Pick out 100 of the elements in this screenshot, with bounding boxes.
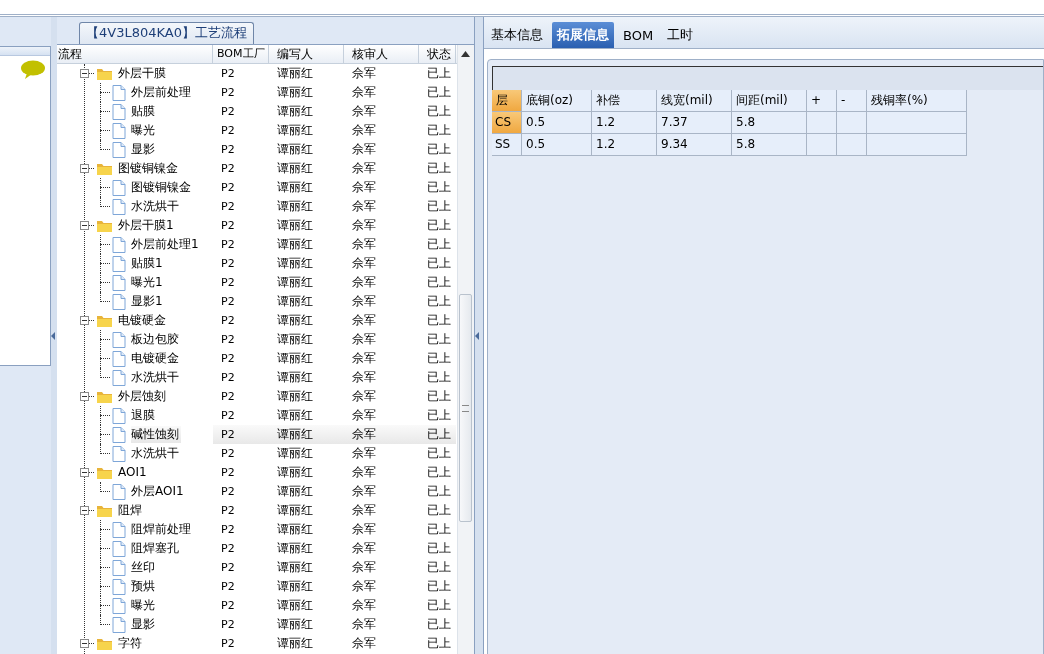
- tab[interactable]: 工时: [662, 22, 699, 48]
- table-cell-text: 佘军: [351, 198, 377, 215]
- scroll-up-icon[interactable]: [461, 51, 470, 57]
- document-icon: [112, 483, 126, 500]
- tree-node[interactable]: 图镀铜镍金: [131, 179, 193, 196]
- tree-node[interactable]: 外层干膜1: [118, 217, 176, 234]
- folder-icon: [96, 66, 113, 81]
- table-cell-text: 已上: [426, 616, 452, 633]
- tree-node[interactable]: 丝印: [131, 559, 157, 576]
- document-icon: [112, 407, 126, 424]
- document-icon: [112, 293, 126, 310]
- column-header[interactable]: 线宽(mil): [657, 90, 732, 112]
- row-header[interactable]: CS: [492, 112, 522, 134]
- tree-node[interactable]: 外层前处理: [131, 84, 193, 101]
- tree-node[interactable]: 外层干膜: [118, 65, 168, 82]
- tab[interactable]: 基本信息: [486, 22, 548, 48]
- column-header[interactable]: 核审人: [344, 45, 419, 63]
- table-cell-text: 佘军: [351, 578, 377, 595]
- tree-node[interactable]: 外层蚀刻: [118, 388, 168, 405]
- table-cell-text: P2: [220, 275, 236, 291]
- table-cell-text: 谭丽红: [276, 236, 314, 253]
- table-cell-text: 谭丽红: [276, 65, 314, 82]
- table-cell-text: 佘军: [351, 521, 377, 538]
- column-header[interactable]: 补偿: [592, 90, 657, 112]
- document-icon: [112, 616, 126, 633]
- tree-node[interactable]: 碱性蚀刻: [131, 426, 181, 443]
- column-header[interactable]: 残铜率(%): [867, 90, 967, 112]
- tree-node[interactable]: 电镀硬金: [118, 312, 168, 329]
- column-header[interactable]: 编写人: [269, 45, 344, 63]
- tree-node[interactable]: AOI1: [118, 464, 149, 481]
- tree-node[interactable]: 显影1: [131, 293, 165, 310]
- collapse-icon[interactable]: [80, 392, 89, 401]
- table-cell-text: 谭丽红: [276, 122, 314, 139]
- table-cell-text: 佘军: [351, 236, 377, 253]
- table-cell-text: P2: [220, 142, 236, 158]
- tree-node[interactable]: 阻焊前处理: [131, 521, 193, 538]
- table-cell-text: P2: [220, 66, 236, 82]
- tree-node[interactable]: 贴膜1: [131, 255, 165, 272]
- panel-header: [0, 47, 50, 56]
- collapse-icon[interactable]: [80, 69, 89, 78]
- table-cell-text: 已上: [426, 369, 452, 386]
- column-header[interactable]: 层: [492, 90, 522, 112]
- collapse-arrow-icon[interactable]: [475, 331, 480, 340]
- tree-node[interactable]: 字符: [118, 635, 144, 652]
- collapse-icon[interactable]: [80, 164, 89, 173]
- collapse-icon[interactable]: [80, 506, 89, 515]
- tree-node[interactable]: 电镀硬金: [131, 350, 181, 367]
- table-cell-text: 谭丽红: [276, 103, 314, 120]
- tree-node[interactable]: 曝光: [131, 122, 157, 139]
- table-cell-text: 已上: [426, 388, 452, 405]
- tree-node[interactable]: 贴膜: [131, 103, 157, 120]
- table-cell-text: 谭丽红: [276, 616, 314, 633]
- table-cell-text: 佘军: [351, 445, 377, 462]
- table-cell-text: P2: [220, 408, 236, 424]
- scrollbar[interactable]: [457, 45, 474, 654]
- column-header[interactable]: +: [807, 90, 837, 112]
- scroll-thumb[interactable]: [459, 294, 472, 522]
- folder-icon: [96, 218, 113, 233]
- tree-node[interactable]: 外层AOI1: [131, 483, 186, 500]
- tree-node[interactable]: 水洗烘干: [131, 445, 181, 462]
- tree-node[interactable]: 水洗烘干: [131, 369, 181, 386]
- table-cell-text: 谭丽红: [276, 217, 314, 234]
- column-header[interactable]: 间距(mil): [732, 90, 807, 112]
- table-cell-text: P2: [220, 446, 236, 462]
- tree-node[interactable]: 显影: [131, 141, 157, 158]
- table-cell-text: P2: [220, 503, 236, 519]
- table-cell-text: 已上: [426, 293, 452, 310]
- tree-node[interactable]: 预烘: [131, 578, 157, 595]
- tree-node[interactable]: 阻焊: [118, 502, 144, 519]
- tree-node[interactable]: 外层前处理1: [131, 236, 201, 253]
- column-header[interactable]: 状态: [419, 45, 456, 63]
- tree-node[interactable]: 板边包胶: [131, 331, 181, 348]
- tree-node[interactable]: 图镀铜镍金: [118, 160, 180, 177]
- collapse-icon[interactable]: [80, 639, 89, 648]
- column-header[interactable]: BOM工厂: [213, 45, 269, 63]
- row-header[interactable]: SS: [492, 134, 522, 156]
- table-cell-text: 已上: [426, 464, 452, 481]
- collapse-icon[interactable]: [80, 468, 89, 477]
- tree-node[interactable]: 水洗烘干: [131, 198, 181, 215]
- column-header[interactable]: 流程: [57, 45, 213, 63]
- table-cell-text: P2: [220, 313, 236, 329]
- column-header[interactable]: 底铜(oz): [522, 90, 592, 112]
- table-cell-text: 已上: [426, 160, 452, 177]
- tab[interactable]: 拓展信息: [552, 22, 614, 48]
- table-cell-text: P2: [220, 389, 236, 405]
- table-cell-text: 谭丽红: [276, 179, 314, 196]
- tree-node[interactable]: 显影: [131, 616, 157, 633]
- collapse-arrow-icon[interactable]: [51, 331, 56, 340]
- collapse-icon[interactable]: [80, 316, 89, 325]
- table-cell-text: 已上: [426, 274, 452, 291]
- tree-node[interactable]: 阻焊塞孔: [131, 540, 181, 557]
- tree-node[interactable]: 曝光1: [131, 274, 165, 291]
- collapse-icon[interactable]: [80, 221, 89, 230]
- tree-node[interactable]: 退膜: [131, 407, 157, 424]
- document-icon: [112, 274, 126, 291]
- tree-node[interactable]: 曝光: [131, 597, 157, 614]
- tab[interactable]: BOM: [618, 22, 659, 48]
- table-cell-text: 已上: [426, 578, 452, 595]
- table-cell-text: 谭丽红: [276, 274, 314, 291]
- column-header[interactable]: -: [837, 90, 867, 112]
